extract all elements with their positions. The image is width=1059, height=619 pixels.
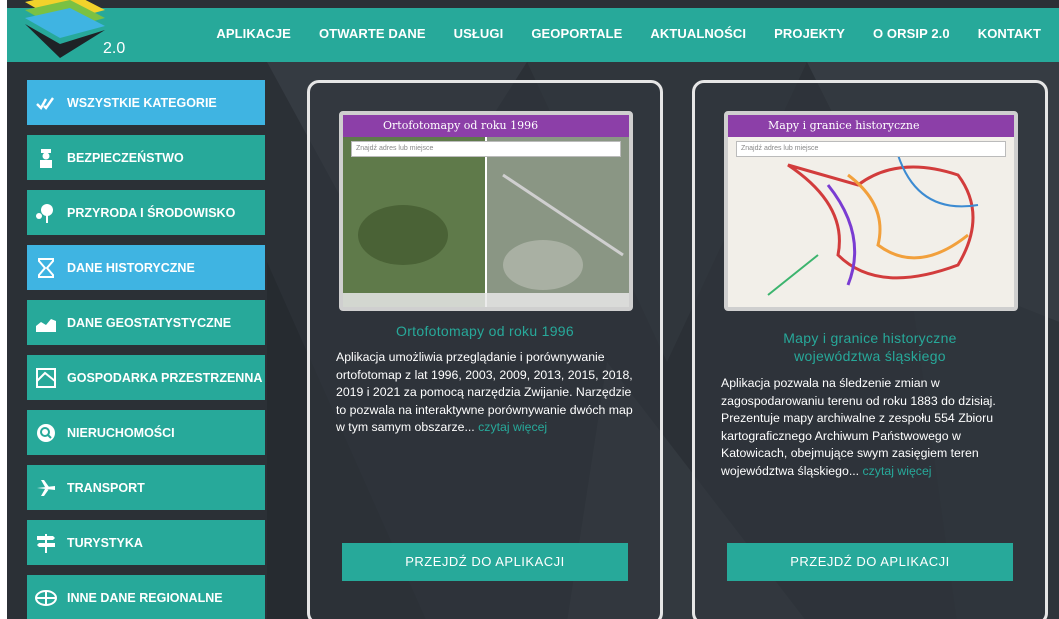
tree-icon	[36, 203, 53, 223]
nav-aplikacje[interactable]: APLIKACJE	[216, 26, 291, 41]
category-label: INNE DANE REGIONALNE	[67, 590, 223, 605]
card-title-line2: województwa śląskiego	[794, 348, 946, 364]
card-title: Mapy i granice historyczne województwa ś…	[695, 329, 1045, 365]
app-screenshot[interactable]: Mapy i granice historyczne Znajdź adres …	[724, 111, 1018, 311]
category-przyroda[interactable]: PRZYRODA I ŚRODOWISKO	[27, 190, 265, 235]
category-label: GOSPODARKA PRZESTRZENNA	[67, 370, 263, 385]
category-label: WSZYSTKIE KATEGORIE	[67, 95, 217, 110]
nav-aktualnosci[interactable]: AKTUALNOŚCI	[650, 26, 746, 41]
category-transport[interactable]: TRANSPORT	[27, 465, 265, 510]
card-description: Aplikacja umożliwia przeglądanie i porów…	[336, 349, 636, 437]
top-navigation-bar: APLIKACJE OTWARTE DANE USŁUGI GEOPORTALE…	[7, 8, 1059, 62]
hourglass-icon	[38, 257, 54, 278]
category-label: PRZYRODA I ŚRODOWISKO	[67, 205, 236, 220]
nav-o-orsip[interactable]: O ORSIP 2.0	[873, 26, 950, 41]
card-title-line1: Mapy i granice historyczne	[783, 330, 957, 346]
area-chart-icon	[36, 318, 56, 332]
app-screenshot[interactable]: Ortofotomapy od roku 1996 Znajdź adres l…	[339, 111, 633, 311]
category-geostatystyczne[interactable]: DANE GEOSTATYSTYCZNE	[27, 300, 265, 345]
read-more-link[interactable]: czytaj więcej	[863, 464, 932, 478]
orsip-logo[interactable]	[15, 0, 105, 58]
screenshot-title-bar: Mapy i granice historyczne	[728, 115, 1014, 137]
category-gospodarka[interactable]: GOSPODARKA PRZESTRZENNA	[27, 355, 265, 400]
card-description: Aplikacja pozwala na śledzenie zmian w z…	[721, 375, 1021, 480]
open-app-button[interactable]: PRZEJDŹ DO APLIKACJI	[342, 543, 628, 581]
nav-kontakt[interactable]: KONTAKT	[978, 26, 1041, 41]
page-frame: APLIKACJE OTWARTE DANE USŁUGI GEOPORTALE…	[7, 0, 1059, 619]
nav-geoportale[interactable]: GEOPORTALE	[531, 26, 622, 41]
card-description-text: Aplikacja pozwala na śledzenie zmian w z…	[721, 376, 996, 478]
nav-projekty[interactable]: PROJEKTY	[774, 26, 845, 41]
category-label: DANE HISTORYCZNE	[67, 260, 195, 275]
category-sidebar: WSZYSTKIE KATEGORIE BEZPIECZEŃSTWO PRZYR…	[27, 80, 265, 619]
category-inne[interactable]: INNE DANE REGIONALNE	[27, 575, 265, 619]
main-nav: APLIKACJE OTWARTE DANE USŁUGI GEOPORTALE…	[188, 26, 1041, 41]
category-label: BEZPIECZEŃSTWO	[67, 150, 184, 165]
screenshot-search: Znajdź adres lub miejsce	[351, 141, 621, 157]
category-all[interactable]: WSZYSTKIE KATEGORIE	[27, 80, 265, 125]
category-label: NIERUCHOMOŚCI	[67, 425, 175, 440]
category-dane-historyczne[interactable]: DANE HISTORYCZNE	[27, 245, 265, 290]
checkmarks-icon	[36, 96, 54, 110]
map-plan-icon	[36, 367, 56, 388]
police-officer-icon	[40, 148, 52, 168]
category-bezpieczenstwo[interactable]: BEZPIECZEŃSTWO	[27, 135, 265, 180]
screenshot-title-bar: Ortofotomapy od roku 1996	[343, 115, 629, 137]
app-card-ortofotomapy: Ortofotomapy od roku 1996 Znajdź adres l…	[307, 80, 663, 619]
screenshot-search: Znajdź adres lub miejsce	[736, 141, 1006, 157]
house-search-icon	[37, 423, 55, 442]
card-title: Ortofotomapy od roku 1996	[396, 323, 574, 339]
category-label: TURYSTYKA	[67, 535, 143, 550]
category-label: TRANSPORT	[67, 480, 145, 495]
nav-otwarte-dane[interactable]: OTWARTE DANE	[319, 26, 426, 41]
logo-version: 2.0	[103, 40, 126, 57]
read-more-link[interactable]: czytaj więcej	[478, 420, 547, 434]
category-nieruchomosci[interactable]: NIERUCHOMOŚCI	[27, 410, 265, 455]
nav-uslugi[interactable]: USŁUGI	[454, 26, 504, 41]
category-turystyka[interactable]: TURYSTYKA	[27, 520, 265, 565]
category-label: DANE GEOSTATYSTYCZNE	[67, 315, 232, 330]
app-card-mapy-historyczne: Mapy i granice historyczne Znajdź adres …	[692, 80, 1048, 619]
globe-icon	[35, 589, 57, 606]
open-app-button[interactable]: PRZEJDŹ DO APLIKACJI	[727, 543, 1013, 581]
airplane-icon	[37, 479, 55, 496]
signpost-icon	[37, 533, 55, 553]
